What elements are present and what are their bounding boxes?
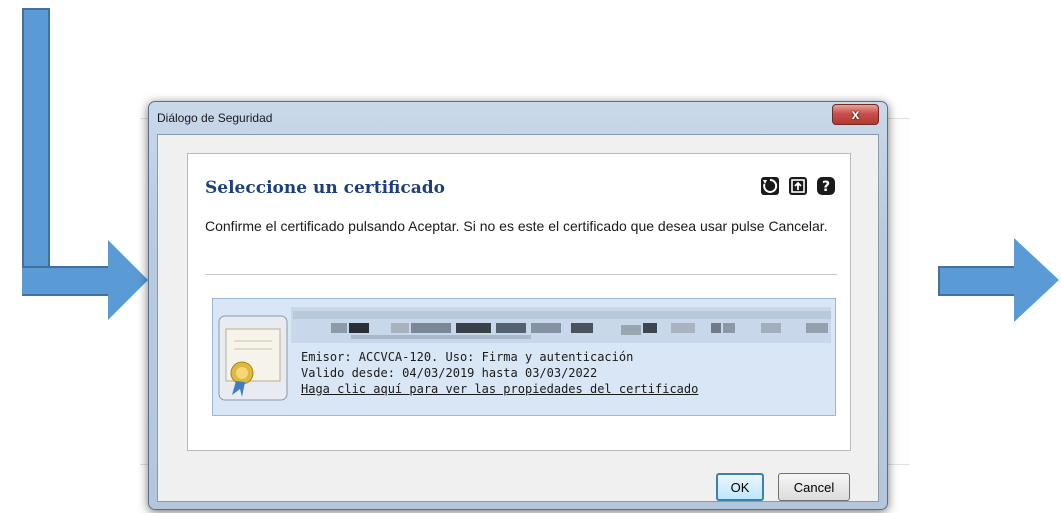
security-dialog: Diálogo de Seguridad x Seleccione un cer… [148,101,888,510]
close-button[interactable]: x [832,104,879,125]
issuer-text: Emisor: ACCVCA-120. Uso: Firma y autenti… [301,350,634,364]
dialog-title: Diálogo de Seguridad [157,111,273,125]
help-icon[interactable]: ? [816,176,836,196]
title-bar[interactable]: Diálogo de Seguridad x [149,102,887,134]
certificate-details: Emisor: ACCVCA-120. Uso: Firma y autenti… [301,349,698,397]
refresh-icon[interactable] [760,176,780,196]
certificate-icon [218,315,288,401]
certificate-properties-link[interactable]: Haga clic aquí para ver las propiedades … [301,381,698,397]
certificate-name-redacted [291,307,831,343]
ok-button[interactable]: OK [716,473,764,501]
instruction-text: Confirme el certificado pulsando Aceptar… [205,218,828,234]
divider [205,274,837,275]
certificate-panel: Seleccione un certificado ? Confirme el … [187,153,851,451]
svg-text:?: ? [822,179,830,195]
page-title: Seleccione un certificado [205,178,445,198]
toolbar: ? [760,176,836,196]
certificate-item[interactable]: Emisor: ACCVCA-120. Uso: Firma y autenti… [212,298,836,416]
dialog-body: Seleccione un certificado ? Confirme el … [157,134,879,502]
import-icon[interactable] [788,176,808,196]
cancel-button[interactable]: Cancel [778,473,850,501]
validity-text: Valido desde: 04/03/2019 hasta 03/03/202… [301,366,598,380]
